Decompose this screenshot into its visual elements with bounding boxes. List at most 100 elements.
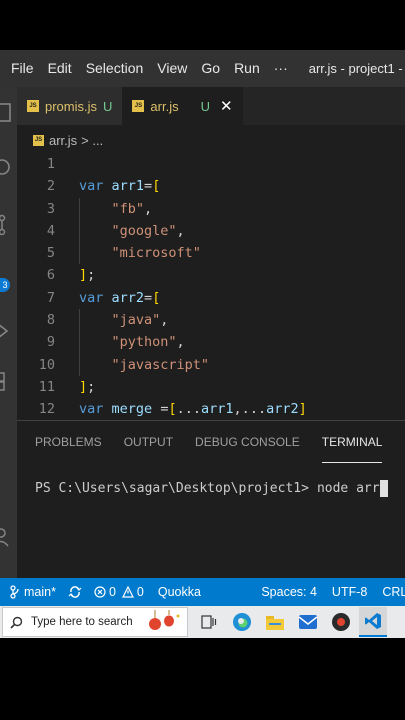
- status-bar: main* 0 0 Quokka Spaces: 4 UTF-8 CRLF: [0, 578, 405, 606]
- menu-view[interactable]: View: [150, 50, 194, 87]
- files-icon[interactable]: [0, 101, 17, 125]
- tab-label: arr.js: [150, 98, 179, 114]
- git-branch-icon: [10, 585, 19, 599]
- windows-taskbar: Type here to search: [0, 606, 405, 638]
- close-tab-icon[interactable]: ✕: [220, 97, 233, 115]
- sync-icon[interactable]: [68, 585, 82, 599]
- code-line[interactable]: 5 "microsoft": [17, 242, 405, 265]
- vscode-icon[interactable]: [359, 607, 387, 637]
- run-debug-icon[interactable]: [0, 319, 17, 343]
- error-icon: [94, 586, 106, 598]
- file-explorer-icon[interactable]: [263, 610, 287, 634]
- bottom-panel: PROBLEMS OUTPUT DEBUG CONSOLE TERMINAL P…: [17, 420, 405, 578]
- warning-count: 0: [136, 585, 144, 599]
- warning-icon: [121, 586, 134, 598]
- editor-tab-bar: JS promis.js U JS arr.js U ✕: [17, 87, 405, 125]
- menu-go[interactable]: Go: [194, 50, 227, 87]
- code-line[interactable]: 9 "python",: [17, 331, 405, 354]
- activity-bar: 3: [0, 87, 17, 594]
- branch-indicator[interactable]: main*: [10, 585, 56, 599]
- line-number: 5: [46, 245, 55, 262]
- code-text: ];: [79, 267, 96, 284]
- quokka-status[interactable]: Quokka: [158, 585, 201, 599]
- code-text: "python",: [111, 334, 185, 351]
- untracked-badge: U: [103, 98, 113, 114]
- encoding-status[interactable]: UTF-8: [332, 585, 367, 599]
- code-line[interactable]: 8 "java",: [17, 309, 405, 332]
- menu-file[interactable]: File: [0, 50, 41, 87]
- app-icon[interactable]: [329, 610, 353, 634]
- breadcrumb: JS arr.js > ...: [17, 125, 405, 155]
- code-text: "java",: [111, 312, 169, 329]
- code-text: "google",: [111, 222, 185, 239]
- terminal-cursor: [379, 480, 388, 497]
- code-line[interactable]: 6];: [17, 264, 405, 286]
- menu-more[interactable]: ···: [267, 50, 295, 87]
- code-line[interactable]: 10 "javascript": [17, 353, 405, 376]
- code-text: "microsoft": [111, 245, 201, 262]
- window-title: arr.js - project1 - Visual: [308, 61, 405, 76]
- code-line[interactable]: 2 var arr1=[: [17, 175, 405, 197]
- tab-debug-console[interactable]: DEBUG CONSOLE: [195, 421, 300, 463]
- tab-arr-js[interactable]: JS arr.js U ✕: [122, 87, 243, 125]
- js-file-icon: JS: [27, 100, 39, 112]
- line-number: 10: [38, 356, 55, 373]
- menu-edit[interactable]: Edit: [41, 50, 79, 87]
- source-control-icon[interactable]: [0, 213, 17, 237]
- extensions-icon[interactable]: [0, 369, 17, 393]
- search-placeholder: Type here to search: [31, 616, 133, 628]
- tab-promis-js[interactable]: JS promis.js U: [17, 87, 123, 125]
- edge-browser-icon[interactable]: [230, 610, 254, 634]
- js-file-icon: JS: [33, 134, 44, 146]
- code-line[interactable]: 12 var merge =[...arr1,...arr2]: [17, 398, 405, 420]
- line-number: 9: [46, 334, 55, 351]
- lanterns-icon: [149, 610, 180, 630]
- search-icon[interactable]: [0, 157, 17, 181]
- code-line[interactable]: 3 "fb",: [17, 197, 405, 220]
- terminal-prompt: PS C:\Users\sagar\Desktop\project1>: [35, 481, 309, 496]
- code-line[interactable]: 11];: [17, 376, 405, 398]
- menu-run[interactable]: Run: [227, 50, 267, 87]
- indentation-status[interactable]: Spaces: 4: [261, 585, 317, 599]
- untracked-badge: U: [200, 98, 210, 114]
- tab-terminal[interactable]: TERMINAL: [321, 421, 383, 463]
- line-number: 12: [38, 401, 55, 418]
- tab-problems[interactable]: PROBLEMS: [35, 421, 102, 463]
- terminal-command: node arr: [316, 481, 380, 496]
- code-text: var arr2=[: [79, 289, 161, 306]
- tab-label: promis.js: [45, 98, 98, 114]
- line-number: 7: [46, 289, 55, 306]
- code-line[interactable]: 7 var arr2=[: [17, 287, 405, 309]
- accounts-icon[interactable]: [0, 525, 17, 549]
- panel-tabs: PROBLEMS OUTPUT DEBUG CONSOLE TERMINAL: [17, 421, 405, 463]
- code-editor[interactable]: 1 2 var arr1=[3 "fb", 4 "google", 5 "microso…: [17, 153, 405, 420]
- taskbar-search-box[interactable]: Type here to search: [2, 607, 188, 637]
- search-icon: [10, 616, 23, 629]
- line-number: 11: [38, 378, 55, 395]
- tab-output[interactable]: OUTPUT: [124, 421, 173, 463]
- line-number: 8: [46, 312, 55, 329]
- line-number: 1: [46, 156, 55, 172]
- problems-indicator[interactable]: 0 0: [94, 585, 144, 599]
- terminal-input-line[interactable]: PS C:\Users\sagar\Desktop\project1> node…: [17, 480, 405, 497]
- eol-status[interactable]: CRLF: [382, 585, 405, 599]
- code-text: ];: [79, 378, 96, 395]
- breadcrumb-file[interactable]: arr.js: [49, 133, 77, 148]
- code-line[interactable]: 4 "google",: [17, 219, 405, 243]
- line-number: 2: [46, 178, 55, 195]
- code-line[interactable]: 1: [17, 153, 405, 175]
- branch-name: main*: [24, 585, 56, 599]
- code-text: "fb",: [111, 200, 153, 217]
- line-number: 3: [46, 200, 55, 217]
- menu-selection[interactable]: Selection: [79, 50, 151, 87]
- task-view-icon[interactable]: [197, 610, 221, 634]
- vscode-window: File Edit Selection View Go Run ··· arr.…: [0, 50, 405, 638]
- source-control-badge: 3: [0, 278, 10, 292]
- error-count: 0: [108, 585, 116, 599]
- breadcrumb-rest[interactable]: > ...: [81, 133, 103, 148]
- line-number: 6: [46, 267, 55, 284]
- menu-bar: File Edit Selection View Go Run ··· arr.…: [0, 50, 405, 87]
- code-text: "javascript": [111, 356, 210, 373]
- line-number: 4: [46, 222, 55, 239]
- mail-icon[interactable]: [296, 610, 320, 634]
